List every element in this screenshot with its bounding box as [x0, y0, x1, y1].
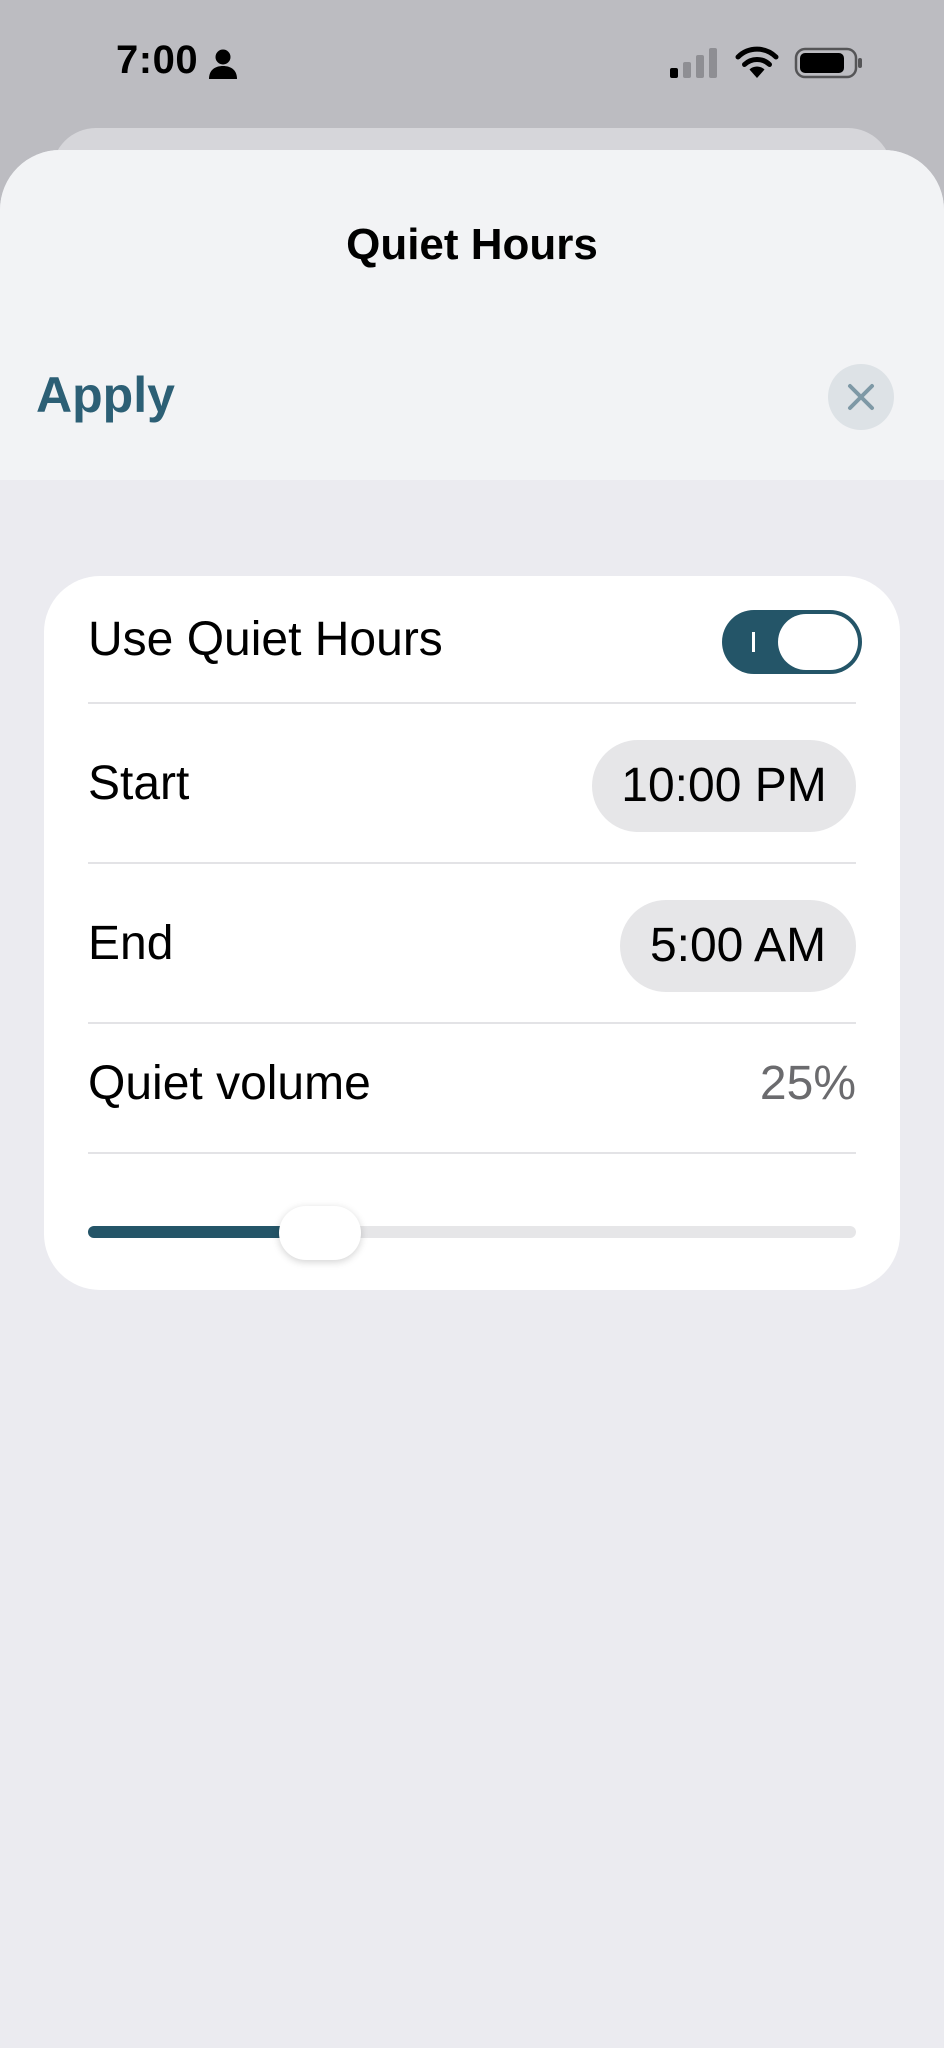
apply-button[interactable]: Apply: [36, 366, 175, 424]
sheet-title: Quiet Hours: [346, 220, 598, 269]
use-quiet-hours-label: Use Quiet Hours: [88, 613, 443, 666]
quiet-volume-label: Quiet volume: [88, 1057, 371, 1110]
quiet-hours-sheet: Quiet Hours Apply Use Quiet Hours Start …: [0, 150, 944, 2048]
settings-card: Use Quiet Hours Start 10:00 PM End 5:00 …: [44, 576, 900, 1290]
close-button[interactable]: [828, 364, 894, 430]
quiet-volume-slider[interactable]: [88, 1206, 856, 1260]
wifi-icon: [735, 46, 779, 78]
divider: [88, 1152, 856, 1154]
status-time: 7:00: [116, 38, 199, 82]
toggle-knob: [778, 614, 858, 670]
quiet-volume-value: 25%: [759, 1057, 856, 1110]
close-icon: [848, 384, 874, 410]
start-label: Start: [88, 757, 190, 810]
status-bar: 7:00: [0, 0, 944, 130]
divider: [88, 702, 856, 704]
toggle-on-indicator: [752, 632, 755, 652]
person-icon: [209, 49, 237, 79]
divider: [88, 862, 856, 864]
battery-icon: [794, 47, 862, 79]
start-time-picker[interactable]: 10:00 PM: [592, 740, 856, 832]
screen: 7:00 Quiet Hours Apply Use Quiet Hours S…: [0, 0, 944, 2048]
divider: [88, 1022, 856, 1024]
signal-icon: [670, 48, 717, 78]
use-quiet-hours-toggle[interactable]: [722, 610, 862, 674]
end-label: End: [88, 917, 174, 970]
sheet-header: Quiet Hours Apply: [0, 150, 944, 480]
end-time-picker[interactable]: 5:00 AM: [620, 900, 856, 992]
slider-thumb[interactable]: [279, 1206, 361, 1260]
